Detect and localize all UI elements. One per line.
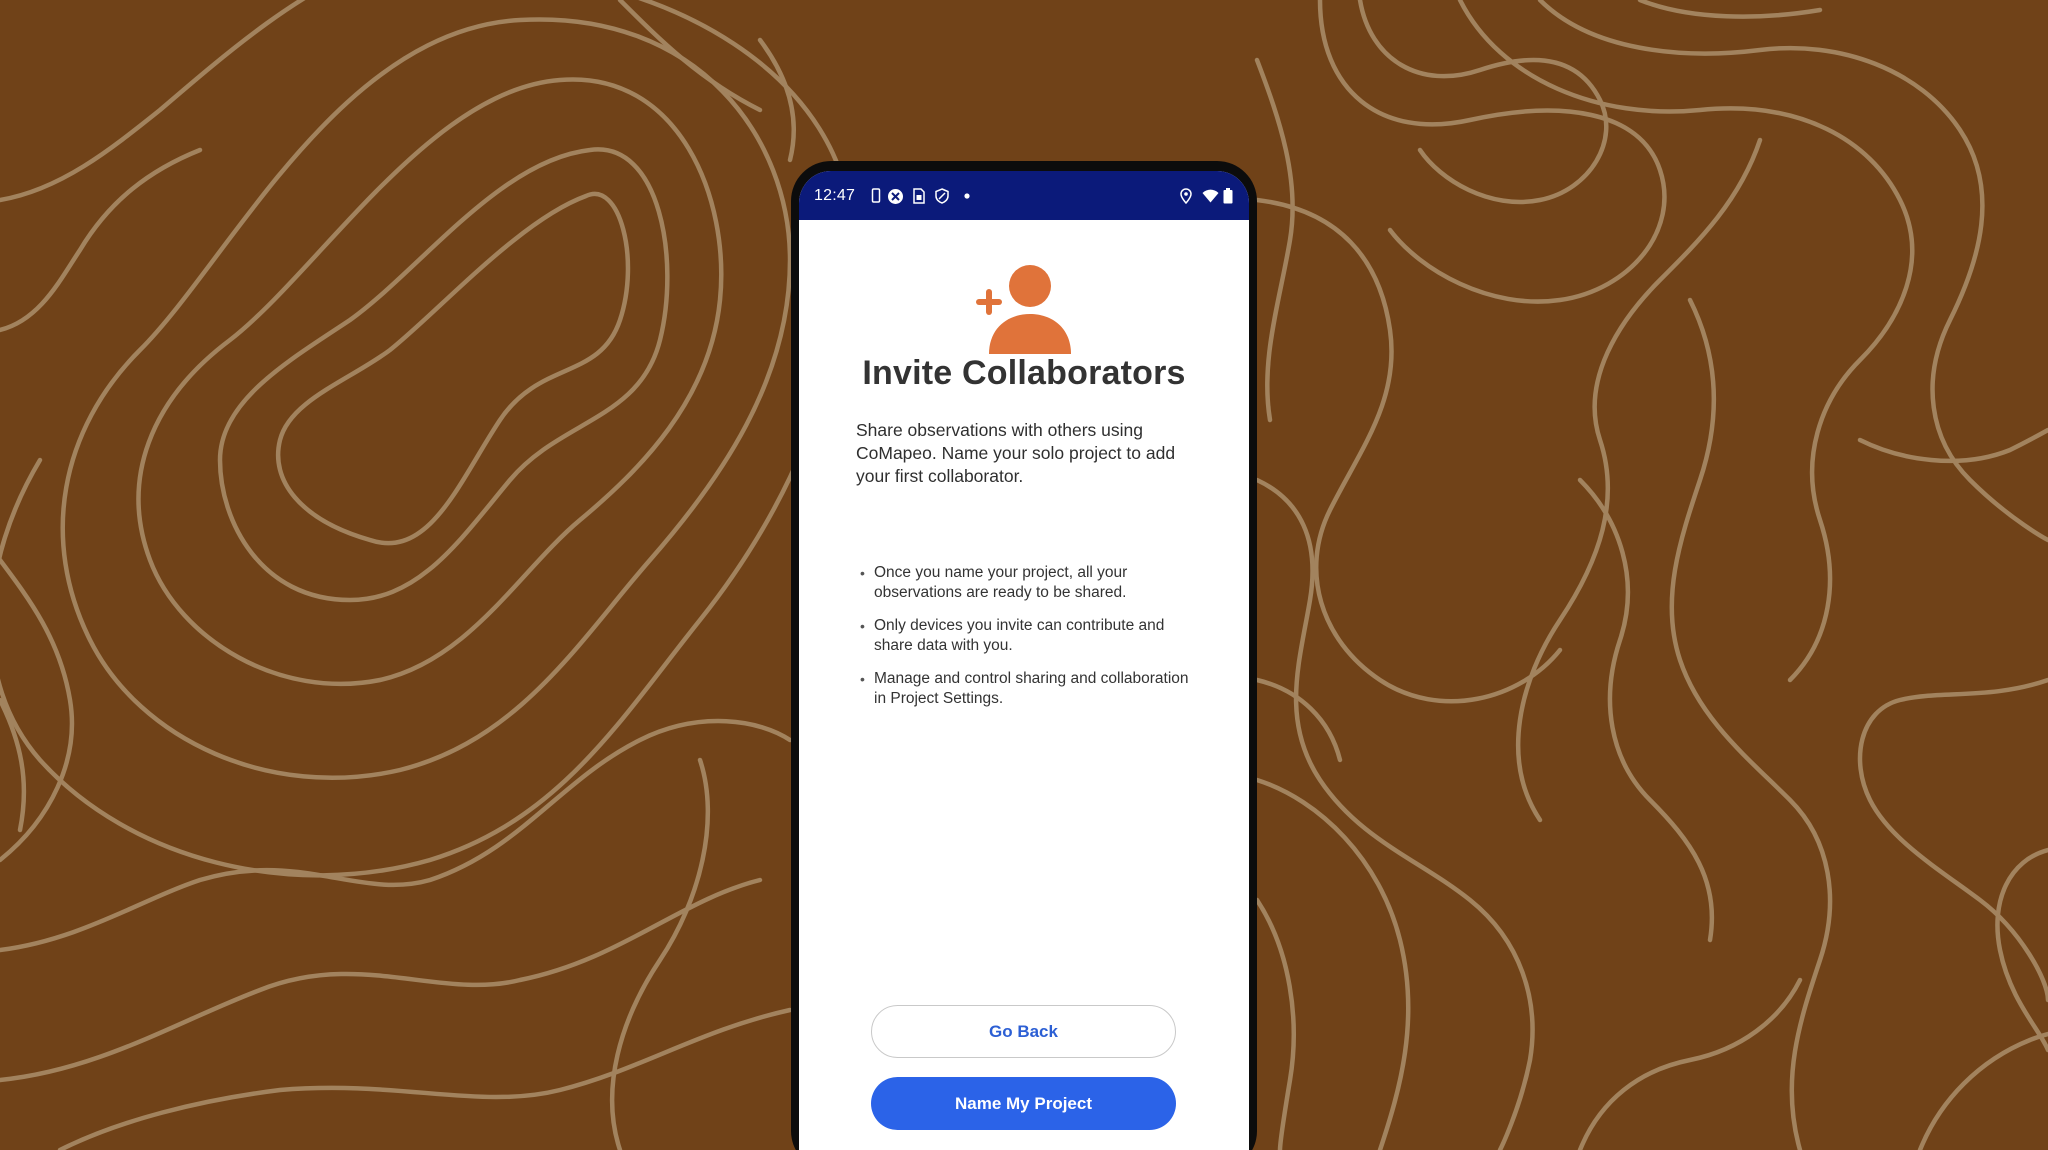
location-icon bbox=[1180, 188, 1192, 204]
invite-collaborators-screen: Invite Collaborators Share observations … bbox=[799, 220, 1249, 1150]
status-bar: 12:47 bbox=[799, 171, 1249, 220]
bullet-dot-icon: • bbox=[860, 671, 865, 687]
add-person-icon bbox=[976, 265, 1071, 354]
phone-frame: 12:47 Invite Collaborators Share observa… bbox=[791, 161, 1257, 1150]
page-title: Invite Collaborators bbox=[862, 354, 1186, 392]
phone-icon bbox=[871, 188, 881, 203]
bullet-dot-icon: • bbox=[860, 565, 865, 581]
list-item: • Once you name your project, all your o… bbox=[856, 563, 1196, 603]
sim-icon bbox=[913, 188, 925, 204]
list-item: • Only devices you invite can contribute… bbox=[856, 616, 1196, 656]
name-my-project-button[interactable]: Name My Project bbox=[871, 1077, 1176, 1130]
go-back-button[interactable]: Go Back bbox=[871, 1005, 1176, 1058]
phone-screen: 12:47 Invite Collaborators Share observa… bbox=[799, 171, 1249, 1150]
bullet-text: Only devices you invite can contribute a… bbox=[874, 617, 1165, 654]
settings-app-icon bbox=[888, 189, 903, 204]
bullet-dot-icon: • bbox=[860, 618, 865, 634]
topographic-background: 12:47 Invite Collaborators Share observa… bbox=[0, 0, 2048, 1150]
bullet-text: Once you name your project, all your obs… bbox=[874, 564, 1128, 601]
bullet-text: Manage and control sharing and collabora… bbox=[874, 670, 1189, 707]
battery-icon bbox=[1223, 188, 1233, 204]
info-bullet-list: • Once you name your project, all your o… bbox=[856, 563, 1196, 722]
status-time: 12:47 bbox=[814, 187, 856, 204]
dot-icon bbox=[964, 193, 970, 199]
list-item: • Manage and control sharing and collabo… bbox=[856, 669, 1196, 709]
shield-icon bbox=[935, 188, 949, 204]
wifi-icon bbox=[1202, 189, 1219, 203]
intro-text: Share observations with others using CoM… bbox=[856, 420, 1176, 486]
